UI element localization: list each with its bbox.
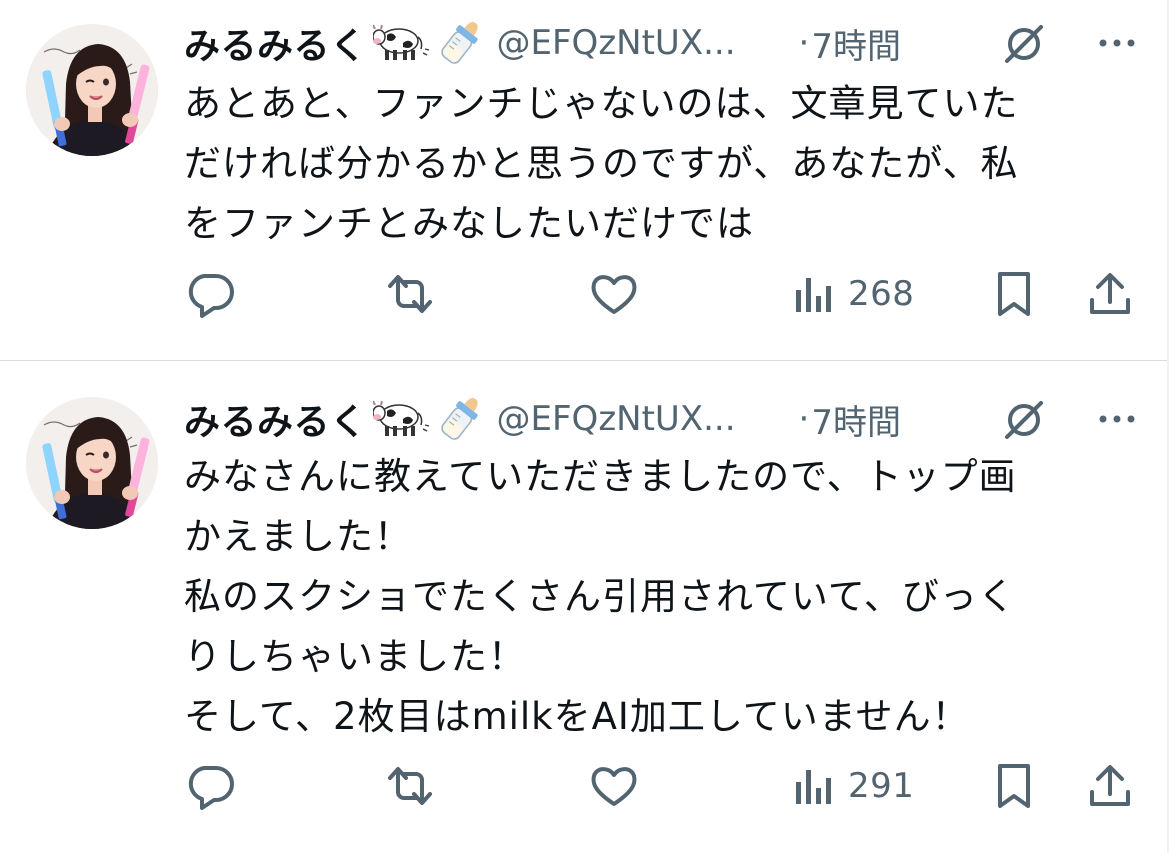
more-icon[interactable] <box>1095 25 1139 61</box>
tweet-text-line: りしちゃいました！ <box>184 635 526 678</box>
cow-emoji <box>371 395 431 443</box>
grok-icon[interactable] <box>1001 21 1047 67</box>
tweet-text-line: だければ分かるかと思うのですが、あなたが、私 <box>184 142 1019 185</box>
views-icon <box>796 278 831 312</box>
avatar[interactable] <box>26 24 158 156</box>
tweet-text-line: あとあと、ファンチじゃないのは、文章見ていた <box>184 82 1019 125</box>
share-button[interactable] <box>1086 756 1134 816</box>
tweet-text-line: かえました！ <box>184 515 412 558</box>
handle[interactable]: @EFQzNtUX... <box>497 399 797 439</box>
views-count: 268 <box>848 274 915 314</box>
avatar-image <box>26 24 158 156</box>
tweet-text-line: みなさんに教えていただきましたので、トップ画 <box>184 455 1017 498</box>
separator: · <box>798 399 810 439</box>
like-icon <box>591 767 637 806</box>
reply-icon <box>188 766 234 810</box>
timestamp[interactable]: 7時間 <box>811 395 901 444</box>
tweet-header: みるみるく @EFQzNtUX... · 7時間 <box>184 14 1149 70</box>
display-name[interactable]: みるみるく <box>184 393 367 445</box>
tweet-text: あとあと、ファンチじゃないのは、文章見ていた だければ分かるかと思うのですが、あ… <box>184 74 1144 254</box>
bookmark-button[interactable] <box>992 264 1036 324</box>
like-button[interactable] <box>588 756 640 816</box>
avatar-image <box>26 397 158 529</box>
bookmark-icon <box>998 272 1030 316</box>
tweet-text-line: をファンチとみなしたいだけでは <box>184 202 754 245</box>
share-button[interactable] <box>1086 264 1134 324</box>
views-button[interactable]: 268 <box>792 264 914 324</box>
avatar[interactable] <box>26 397 158 529</box>
tweet-header: みるみるく @EFQzNtUX... · 7時間 <box>184 390 1149 446</box>
baby-bottle-emoji <box>436 390 486 446</box>
share-icon <box>1090 273 1130 314</box>
tweet-text-line: そして、2枚目はmilkをAI加工していません！ <box>184 695 970 738</box>
handle[interactable]: @EFQzNtUX... <box>497 23 797 63</box>
reply-icon <box>188 274 234 318</box>
views-button[interactable]: 291 <box>792 756 914 816</box>
repost-icon <box>388 275 432 313</box>
like-button[interactable] <box>588 264 640 324</box>
views-icon <box>796 770 831 804</box>
tweet-text-line: 私のスクショでたくさん引用されていて、びっく <box>184 575 1016 618</box>
repost-icon <box>388 767 432 805</box>
bookmark-button[interactable] <box>992 756 1036 816</box>
action-bar: 291 <box>184 756 1144 816</box>
views-count: 291 <box>848 766 915 806</box>
bookmark-icon <box>998 764 1030 808</box>
action-bar: 268 <box>184 264 1144 324</box>
display-name[interactable]: みるみるく <box>184 17 367 69</box>
share-icon <box>1090 765 1130 806</box>
reply-button[interactable] <box>184 756 236 816</box>
timestamp[interactable]: 7時間 <box>811 19 901 68</box>
repost-button[interactable] <box>382 756 438 816</box>
repost-button[interactable] <box>382 264 438 324</box>
cow-emoji <box>371 19 431 67</box>
separator: · <box>798 23 810 63</box>
like-icon <box>591 275 637 314</box>
tweet[interactable]: みるみるく @EFQzNtUX... · 7時間 <box>0 0 1169 360</box>
tweet[interactable]: みるみるく @EFQzNtUX... · 7時間 <box>0 361 1169 853</box>
more-icon[interactable] <box>1095 401 1139 437</box>
grok-icon[interactable] <box>1001 397 1047 443</box>
tweet-text: みなさんに教えていただきましたので、トップ画 かえました！ 私のスクショでたくさ… <box>184 447 1144 747</box>
timeline: みるみるく @EFQzNtUX... · 7時間 あとあと、ファンチじゃないのは… <box>0 0 1169 853</box>
baby-bottle-emoji <box>436 14 486 70</box>
reply-button[interactable] <box>184 264 236 324</box>
